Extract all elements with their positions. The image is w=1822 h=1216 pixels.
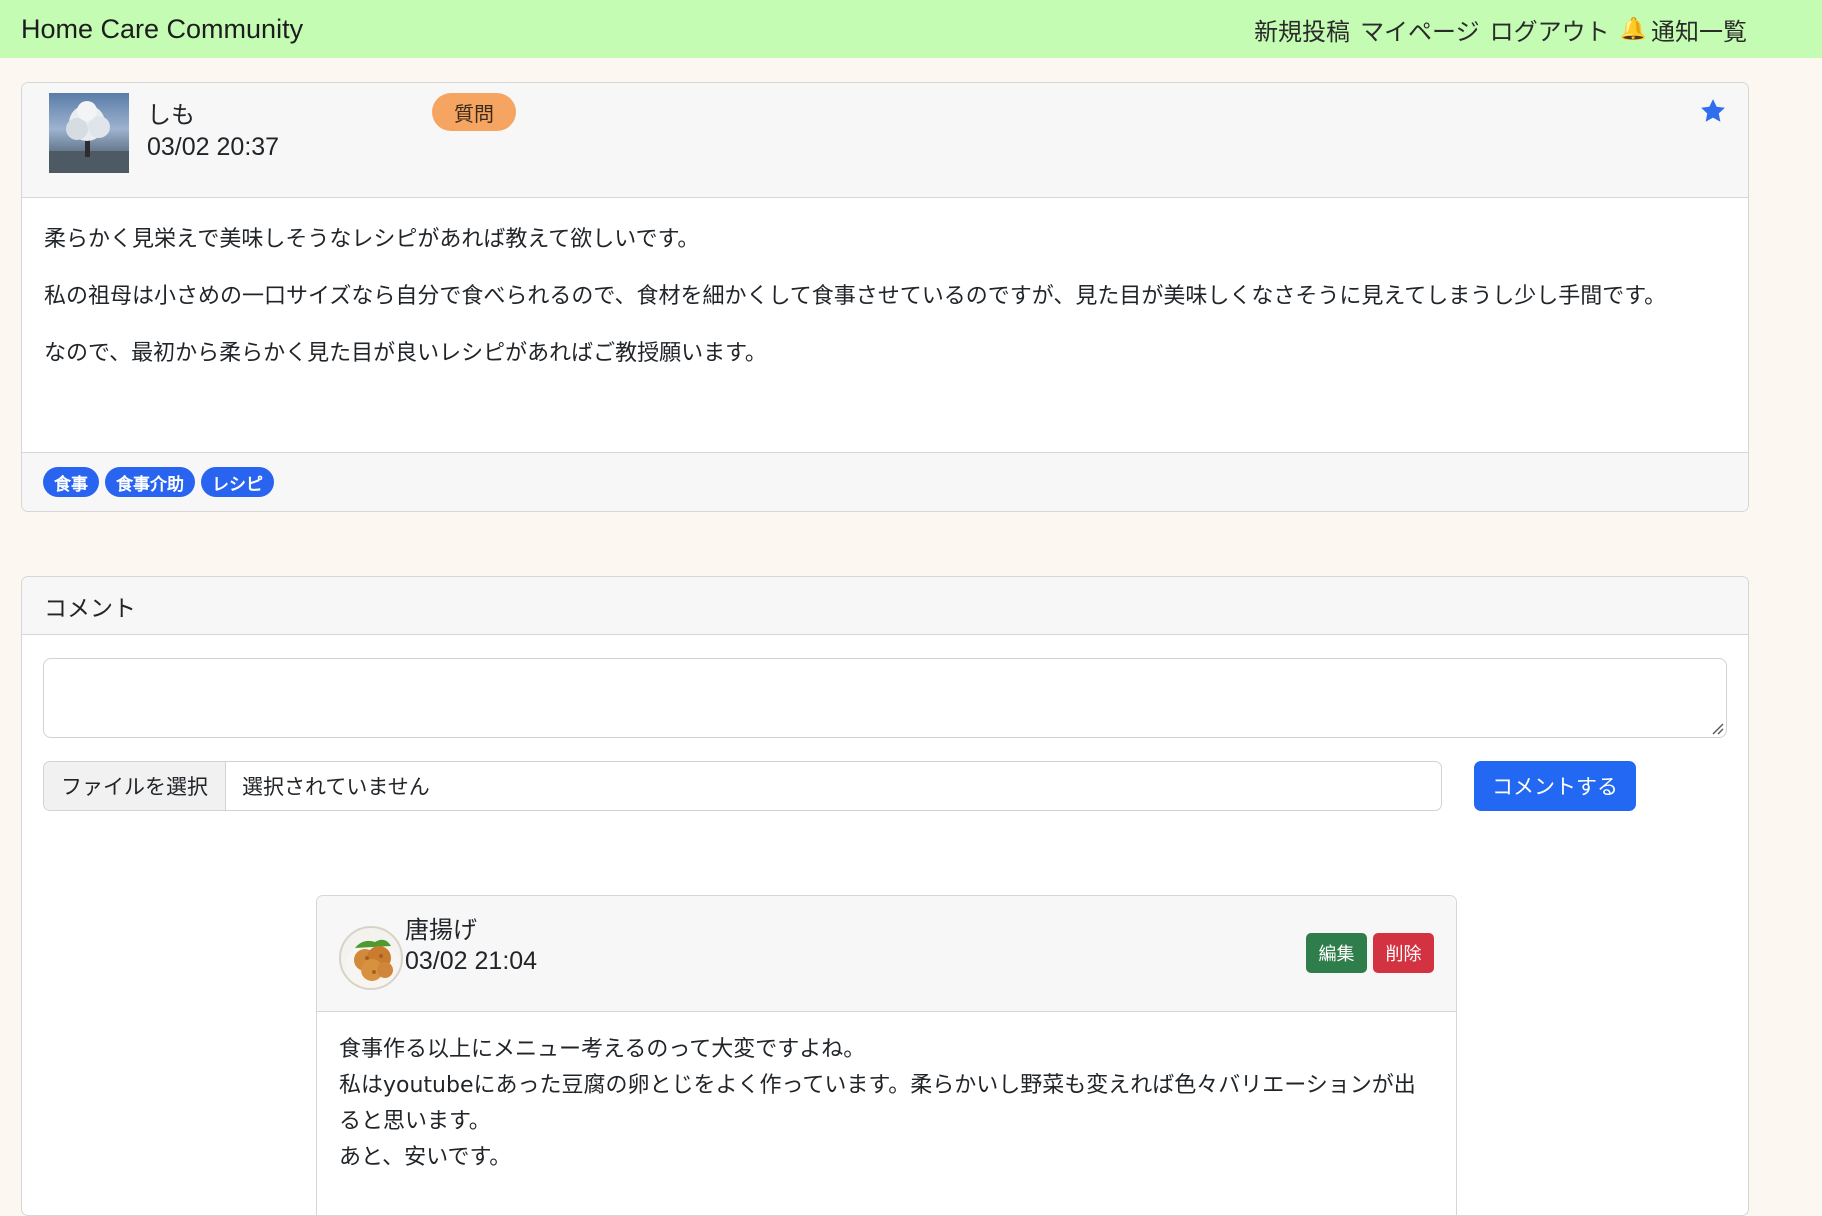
- user-avatar[interactable]: [49, 93, 129, 173]
- comment-user-avatar[interactable]: [339, 926, 403, 990]
- tag-badge[interactable]: 食事介助: [105, 467, 195, 497]
- brand-logo[interactable]: Home Care Community: [21, 14, 303, 45]
- post-paragraph: なので、最初から柔らかく見た目が良いレシピがあればご教授願います。: [44, 341, 767, 366]
- comment-section: コメント ファイルを選択 選択されていません コメントする 唐揚げ 03/02 …: [21, 576, 1749, 1216]
- comment-textarea[interactable]: [43, 658, 1727, 738]
- nav-notifications-link[interactable]: 通知一覧: [1651, 12, 1747, 47]
- post-paragraph: 柔らかく見栄えで美味しそうなレシピがあれば教えて欲しいです。: [44, 227, 700, 252]
- comment-card: 唐揚げ 03/02 21:04 編集 削除 食事作る以上にメニュー考えるのって大…: [316, 895, 1457, 1215]
- post-date: 03/02 20:37: [147, 133, 280, 161]
- comment-date: 03/02 21:04: [405, 947, 538, 975]
- comment-line: あと、安いです。: [339, 1145, 512, 1170]
- tag-badge[interactable]: レシピ: [201, 467, 274, 497]
- bell-icon[interactable]: 🔔: [1620, 17, 1647, 42]
- file-select-button[interactable]: ファイルを選択: [44, 762, 226, 810]
- post-body: 柔らかく見栄えで美味しそうなレシピがあれば教えて欲しいです。 私の祖母は小さめの…: [22, 198, 1748, 417]
- comment-line: 食事作る以上にメニュー考えるのって大変ですよね。: [339, 1037, 866, 1062]
- post-tags: 食事 食事介助 レシピ: [22, 452, 1748, 511]
- nav-new-post-link[interactable]: 新規投稿: [1254, 12, 1350, 47]
- post-header: しも 03/02 20:37 質問: [22, 83, 1748, 198]
- comment-line: 私はyoutubeにあった豆腐の卵とじをよく作っています。柔らかいし野菜も変えれ…: [339, 1073, 1416, 1134]
- comment-submit-button[interactable]: コメントする: [1474, 761, 1636, 811]
- resize-grip-icon[interactable]: [1710, 721, 1724, 735]
- comment-username[interactable]: 唐揚げ: [405, 910, 477, 945]
- file-input[interactable]: ファイルを選択 選択されていません: [43, 761, 1442, 811]
- post-username[interactable]: しも: [147, 95, 195, 130]
- edit-comment-button[interactable]: 編集: [1306, 933, 1367, 973]
- nav-mypage-link[interactable]: マイページ: [1360, 12, 1480, 47]
- comment-body: 食事作る以上にメニュー考えるのって大変ですよね。 私はyoutubeにあった豆腐…: [317, 1012, 1456, 1196]
- tag-badge[interactable]: 食事: [43, 467, 99, 497]
- star-icon[interactable]: [1698, 96, 1728, 126]
- comment-header: 唐揚げ 03/02 21:04 編集 削除: [317, 896, 1456, 1012]
- nav-logout-link[interactable]: ログアウト: [1490, 12, 1610, 47]
- comment-section-title: コメント: [22, 577, 1748, 635]
- delete-comment-button[interactable]: 削除: [1373, 933, 1434, 973]
- post-card: しも 03/02 20:37 質問 柔らかく見栄えで美味しそうなレシピがあれば教…: [21, 82, 1749, 512]
- category-badge: 質問: [432, 93, 516, 131]
- post-paragraph: 私の祖母は小さめの一口サイズなら自分で食べられるので、食材を細かくして食事させて…: [44, 284, 1667, 309]
- nav-links: 新規投稿 マイページ ログアウト 🔔 通知一覧: [1254, 12, 1747, 47]
- file-status-text: 選択されていません: [242, 775, 430, 799]
- navbar: Home Care Community 新規投稿 マイページ ログアウト 🔔 通…: [0, 0, 1822, 58]
